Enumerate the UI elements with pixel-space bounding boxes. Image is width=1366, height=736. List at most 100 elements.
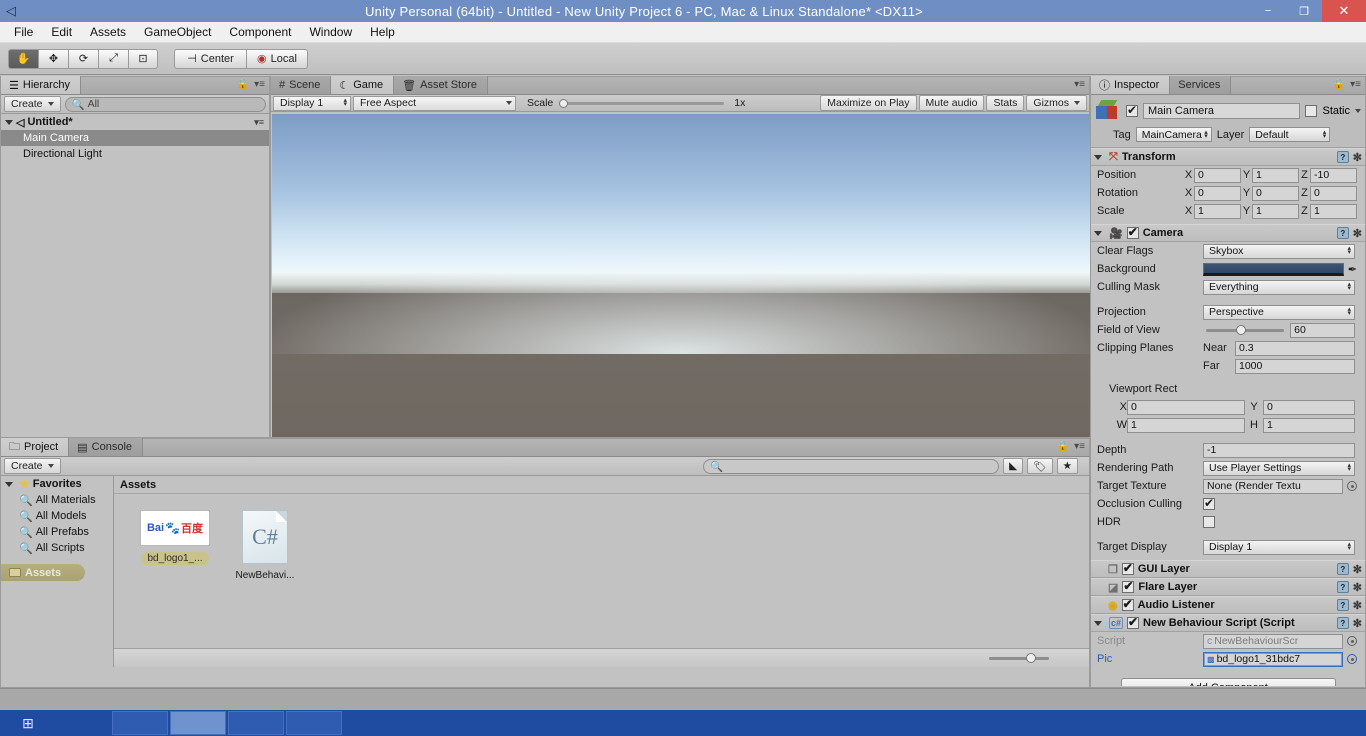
display-dropdown[interactable]: Display 1 ▴ ▾ <box>273 95 351 111</box>
hdr-checkbox[interactable] <box>1203 516 1215 528</box>
near-input[interactable]: 0.3 <box>1235 340 1355 356</box>
depth-input[interactable]: -1 <box>1203 442 1355 458</box>
hierarchy-item-directional-light[interactable]: Directional Light <box>1 146 269 162</box>
filter-by-favorite-button[interactable]: ★ <box>1056 458 1078 474</box>
tag-dropdown[interactable]: MainCamera ▴ ▾ <box>1135 127 1212 142</box>
viewport-y-input[interactable]: 0 <box>1263 399 1355 415</box>
project-create-button[interactable]: Create <box>4 458 61 474</box>
menu-edit[interactable]: Edit <box>42 23 81 41</box>
scene-menu-icon[interactable]: ▾≡ <box>254 117 264 128</box>
tab-scene[interactable]: # Scene <box>271 76 332 94</box>
viewport-w-input[interactable]: 1 <box>1127 417 1245 433</box>
chevron-down-icon[interactable] <box>1094 230 1102 236</box>
viewport-h-input[interactable]: 1 <box>1263 417 1355 433</box>
hand-tool-icon[interactable]: ✋ <box>8 48 38 69</box>
lock-icon[interactable]: 🔒 <box>1333 79 1345 90</box>
favorite-all-prefabs[interactable]: 🔍 All Prefabs <box>1 524 113 540</box>
menu-gameobject[interactable]: GameObject <box>135 23 220 41</box>
scale-slider-knob[interactable] <box>559 98 569 108</box>
rendering-path-dropdown[interactable]: Use Player Settings ▴ ▾ <box>1203 460 1355 476</box>
culling-mask-dropdown[interactable]: Everything ▴ ▾ <box>1203 279 1355 295</box>
rotation-x-input[interactable]: 0 <box>1194 185 1241 201</box>
object-name-input[interactable]: Main Camera <box>1143 103 1301 119</box>
scale-slider[interactable] <box>559 98 725 108</box>
fov-input[interactable]: 60 <box>1290 322 1355 338</box>
target-display-dropdown[interactable]: Display 1 ▴ ▾ <box>1203 539 1355 555</box>
script-object-field[interactable]: c NewBehaviourScr <box>1203 633 1343 649</box>
help-icon[interactable]: ? <box>1336 581 1349 593</box>
chevron-down-icon[interactable] <box>1094 154 1102 160</box>
tab-asset-store[interactable]: 🗑 Asset Store <box>394 76 488 94</box>
gui-layer-enabled-checkbox[interactable] <box>1121 561 1134 575</box>
camera-component-header[interactable]: 🎥 Camera ? ✼ <box>1091 224 1365 242</box>
position-z-input[interactable]: -10 <box>1310 167 1357 183</box>
position-y-input[interactable]: 1 <box>1252 167 1299 183</box>
object-active-checkbox[interactable] <box>1126 103 1138 117</box>
gear-icon[interactable]: ✼ <box>1353 581 1362 594</box>
transform-component-header[interactable]: ⤧ Transform ? ✼ <box>1091 148 1365 166</box>
object-picker-icon[interactable] <box>1347 636 1357 646</box>
panel-menu-icon[interactable]: ▾≡ <box>254 79 265 90</box>
minimize-button[interactable]: − <box>1250 0 1286 22</box>
rotate-tool-icon[interactable]: ⟳ <box>68 48 98 69</box>
layer-dropdown[interactable]: Default ▴ ▾ <box>1249 127 1331 142</box>
gear-icon[interactable]: ✼ <box>1353 151 1362 164</box>
audio-listener-enabled-checkbox[interactable] <box>1121 597 1134 611</box>
taskbar-item-1[interactable] <box>54 711 110 735</box>
pic-object-field[interactable]: ▩ bd_logo1_31bdc7 <box>1203 651 1343 667</box>
flare-layer-enabled-checkbox[interactable] <box>1122 579 1135 593</box>
thumbnail-zoom-slider[interactable] <box>989 652 1049 663</box>
maximize-button[interactable]: ❐ <box>1286 0 1322 22</box>
target-texture-field[interactable]: None (Render Textu <box>1203 478 1343 494</box>
panel-menu-icon[interactable]: ▾≡ <box>1074 441 1085 452</box>
chevron-down-icon[interactable] <box>1355 109 1361 113</box>
project-tree-assets-folder[interactable]: Assets <box>1 564 85 581</box>
move-tool-icon[interactable]: ✥ <box>38 48 68 69</box>
background-color-swatch[interactable] <box>1203 262 1344 276</box>
asset-item-new-behaviour[interactable]: C# NewBehavi... <box>226 510 304 581</box>
maximize-on-play-button[interactable]: Maximize on Play <box>820 95 917 111</box>
tab-project[interactable]: 🗀 Project <box>1 438 70 456</box>
lock-icon[interactable]: 🔒 <box>1057 441 1069 452</box>
gear-icon[interactable]: ✼ <box>1353 563 1362 576</box>
tab-game[interactable]: ☾ Game <box>331 76 395 94</box>
gear-icon[interactable]: ✼ <box>1353 599 1362 612</box>
hierarchy-search-input[interactable]: 🔍 All <box>64 96 266 112</box>
eyedropper-icon[interactable]: ✒ <box>1348 263 1357 276</box>
hierarchy-create-button[interactable]: Create <box>4 96 61 112</box>
tab-hierarchy[interactable]: ☰ Hierarchy <box>1 76 81 94</box>
project-search-input[interactable]: 🔍 <box>703 458 1000 474</box>
rotation-y-input[interactable]: 0 <box>1252 185 1299 201</box>
occlusion-culling-checkbox[interactable] <box>1203 496 1215 510</box>
menu-assets[interactable]: Assets <box>81 23 135 41</box>
help-icon[interactable]: ? <box>1336 563 1349 575</box>
hierarchy-item-main-camera[interactable]: Main Camera <box>1 130 269 146</box>
menu-window[interactable]: Window <box>300 23 361 41</box>
favorite-all-materials[interactable]: 🔍 All Materials <box>1 492 113 508</box>
favorite-all-models[interactable]: 🔍 All Models <box>1 508 113 524</box>
thumbnail-zoom-knob[interactable] <box>1026 652 1036 663</box>
close-button[interactable]: ✕ <box>1322 0 1366 22</box>
scale-z-input[interactable]: 1 <box>1310 203 1357 219</box>
projection-dropdown[interactable]: Perspective ▴ ▾ <box>1203 304 1355 320</box>
aspect-dropdown[interactable]: Free Aspect <box>353 95 516 111</box>
clear-flags-dropdown[interactable]: Skybox ▴ ▾ <box>1203 243 1355 259</box>
gui-layer-component-header[interactable]: ❐ GUI Layer ? ✼ <box>1091 560 1365 578</box>
asset-item-baidu-logo[interactable]: Bai 🐾 百度 bd_logo1_... <box>136 510 214 581</box>
position-x-input[interactable]: 0 <box>1194 167 1241 183</box>
help-icon[interactable]: ? <box>1336 617 1349 629</box>
tab-services[interactable]: Services <box>1170 76 1232 94</box>
taskbar-item-3[interactable] <box>170 711 226 735</box>
taskbar-item-2[interactable] <box>112 711 168 735</box>
chevron-down-icon[interactable] <box>5 119 13 125</box>
space-toggle-button[interactable]: ◉ Local <box>246 48 308 69</box>
mute-audio-button[interactable]: Mute audio <box>918 95 985 111</box>
lock-icon[interactable]: 🔒 <box>237 79 249 90</box>
gear-icon[interactable]: ✼ <box>1353 617 1362 630</box>
taskbar-item-5[interactable] <box>286 711 342 735</box>
game-render-area[interactable] <box>272 114 1090 437</box>
chevron-down-icon[interactable] <box>5 481 13 487</box>
gizmos-button[interactable]: Gizmos <box>1026 95 1087 111</box>
script-enabled-checkbox[interactable] <box>1127 615 1140 629</box>
start-button[interactable]: ⊞ <box>4 711 52 735</box>
